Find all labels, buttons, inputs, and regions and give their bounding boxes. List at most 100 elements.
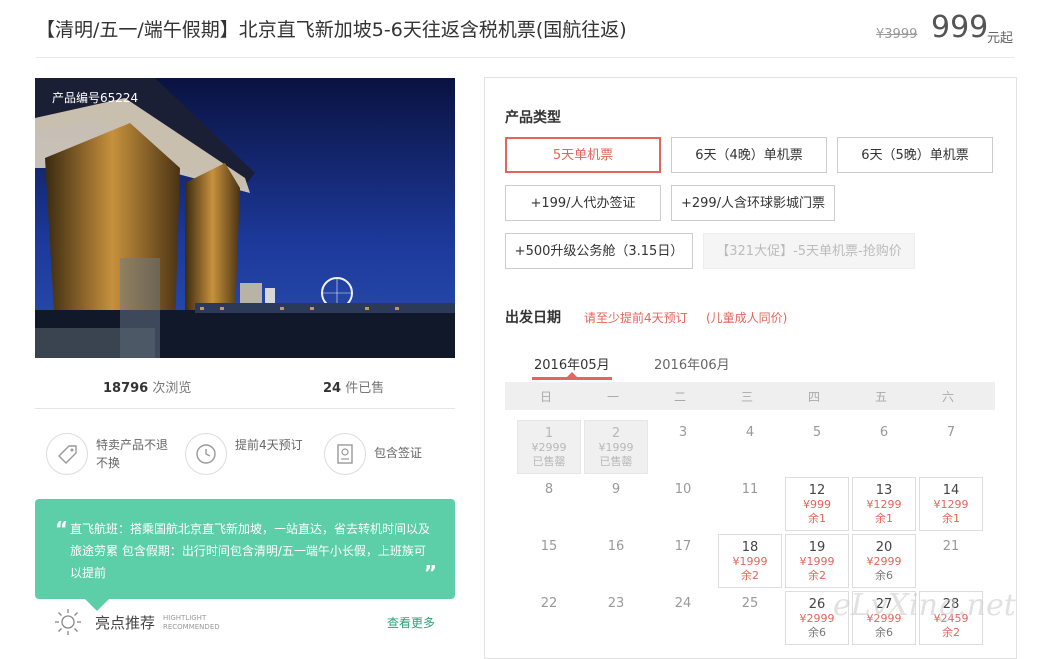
day-number: 25 (741, 596, 759, 611)
weekday-thu: 四 (807, 390, 820, 404)
calendar-day-18[interactable]: 18 ¥1999 余2 (718, 534, 782, 588)
calendar-day-13[interactable]: 13 ¥1299 余1 (852, 477, 916, 531)
calendar-day-6: 6 (852, 420, 916, 474)
day-price: ¥1999 (799, 555, 835, 568)
option-business-upgrade[interactable]: +500升级公务舱（3.15日） (505, 233, 693, 269)
active-month-caret (567, 372, 577, 377)
option-visa-service[interactable]: +199/人代办签证 (505, 185, 661, 221)
day-number: 6 (879, 425, 889, 440)
header-divider (36, 57, 1014, 58)
see-more-link[interactable]: 查看更多 (387, 614, 435, 631)
day-stock: 已售罄 (532, 455, 566, 468)
highlight-text: 直飞航班：搭乘国航北京直飞新加坡，一站直达，省去转机时间以及旅途劳累 包含假期：… (70, 522, 431, 580)
day-number: 11 (741, 482, 759, 497)
calendar-day-14[interactable]: 14 ¥1299 余1 (919, 477, 983, 531)
day-number: 16 (607, 539, 625, 554)
calendar-day-25: 25 (718, 591, 782, 645)
day-price: ¥1999 (598, 441, 634, 454)
tab-month-may[interactable]: 2016年05月 (534, 354, 610, 373)
day-number: 15 (540, 539, 558, 554)
day-number: 20 (875, 540, 893, 555)
option-5day-ticket[interactable]: 5天单机票 (505, 137, 661, 173)
views-label: 次浏览 (152, 381, 192, 396)
product-title: 【清明/五一/端午假期】北京直飞新加坡5-6天往返含税机票(国航往返) (36, 19, 627, 41)
highlight-en-line1: HIGHTLIGHT (163, 614, 207, 622)
day-number: 9 (611, 482, 621, 497)
day-stock: 余2 (808, 569, 826, 582)
day-number: 23 (607, 596, 625, 611)
calendar-day-7: 7 (919, 420, 983, 474)
original-price: ¥3999 (876, 27, 918, 42)
price-unit: 元起 (987, 31, 1014, 46)
calendar-day-19[interactable]: 19 ¥1999 余2 (785, 534, 849, 588)
day-number: 2 (611, 426, 621, 441)
calendar-day-3: 3 (651, 420, 715, 474)
day-number: 3 (678, 425, 688, 440)
option-universal-studios[interactable]: +299/人含环球影城门票 (671, 185, 835, 221)
departure-date-label: 出发日期 (505, 310, 561, 326)
weekday-wed: 三 (740, 390, 753, 404)
day-stock: 余6 (875, 626, 893, 639)
day-number: 13 (875, 483, 893, 498)
calendar-day-16: 16 (584, 534, 648, 588)
tag-icon (46, 433, 88, 475)
sold-label: 件已售 (345, 381, 385, 396)
weekday-header: 日 一 二 三 四 五 六 (505, 382, 995, 410)
calendar-day-10: 10 (651, 477, 715, 531)
watermark: eLvXing.net (833, 588, 1016, 623)
product-code: 产品编号65224 (52, 91, 139, 105)
passport-icon (324, 433, 366, 475)
close-quote-icon: ” (423, 561, 437, 585)
feature-label: 提前4天预订 (235, 438, 303, 452)
weekday-mon: 一 (606, 390, 619, 404)
highlight-title: 亮点推荐 (95, 614, 156, 632)
weekday-sat: 六 (941, 390, 954, 404)
advance-booking-note: 请至少提前4天预订 (584, 311, 688, 325)
feature-label: 包含签证 (374, 446, 423, 460)
option-6day-4night[interactable]: 6天（4晚）单机票 (671, 137, 827, 173)
option-6day-5night[interactable]: 6天（5晚）单机票 (837, 137, 993, 173)
calendar-day-15: 15 (517, 534, 581, 588)
weekday-sun: 日 (539, 390, 552, 404)
current-price: 999 (931, 10, 989, 45)
highlight-en-line2: RECOMMENDED (163, 623, 220, 631)
day-stock: 余1 (875, 512, 893, 525)
marina-bay-image (35, 78, 455, 358)
highlight-quote-box: “ 直飞航班：搭乘国航北京直飞新加坡，一站直达，省去转机时间以及旅途劳累 包含假… (35, 499, 455, 611)
day-number: 8 (544, 482, 554, 497)
calendar-day-12[interactable]: 12 ¥999 余1 (785, 477, 849, 531)
child-price-note: (儿童成人同价) (706, 311, 788, 325)
weekday-tue: 二 (673, 390, 686, 404)
calendar-day-4: 4 (718, 420, 782, 474)
calendar-day-23: 23 (584, 591, 648, 645)
day-price: ¥2999 (866, 555, 902, 568)
day-number: 19 (808, 540, 826, 555)
day-stock: 余2 (741, 569, 759, 582)
day-number: 12 (808, 483, 826, 498)
calendar-day-20[interactable]: 20 ¥2999 余6 (852, 534, 916, 588)
product-type-label: 产品类型 (505, 110, 561, 126)
calendar-day-11: 11 (718, 477, 782, 531)
feature-label: 特卖产品不退不换 (96, 438, 169, 470)
product-photo[interactable]: 产品编号65224 (35, 78, 455, 358)
weekday-fri: 五 (874, 390, 887, 404)
day-number: 17 (674, 539, 692, 554)
tab-month-june[interactable]: 2016年06月 (654, 354, 730, 373)
day-price: ¥1299 (866, 498, 902, 511)
day-stock: 余1 (942, 512, 960, 525)
views-count: 18796 (103, 381, 149, 396)
sold-count: 24 (323, 381, 342, 396)
stats-divider (35, 408, 455, 409)
day-number: 22 (540, 596, 558, 611)
day-number: 21 (942, 539, 960, 554)
day-number: 5 (812, 425, 822, 440)
calendar-day-17: 17 (651, 534, 715, 588)
day-number: 1 (544, 426, 554, 441)
day-number: 24 (674, 596, 692, 611)
sold-stat: 24 件已售 (323, 377, 384, 396)
day-price: ¥999 (803, 498, 831, 511)
day-stock: 已售罄 (599, 455, 633, 468)
day-number: 18 (741, 540, 759, 555)
clock-icon (185, 433, 227, 475)
option-321-promo: 【321大促】-5天单机票-抢购价 (703, 233, 915, 269)
